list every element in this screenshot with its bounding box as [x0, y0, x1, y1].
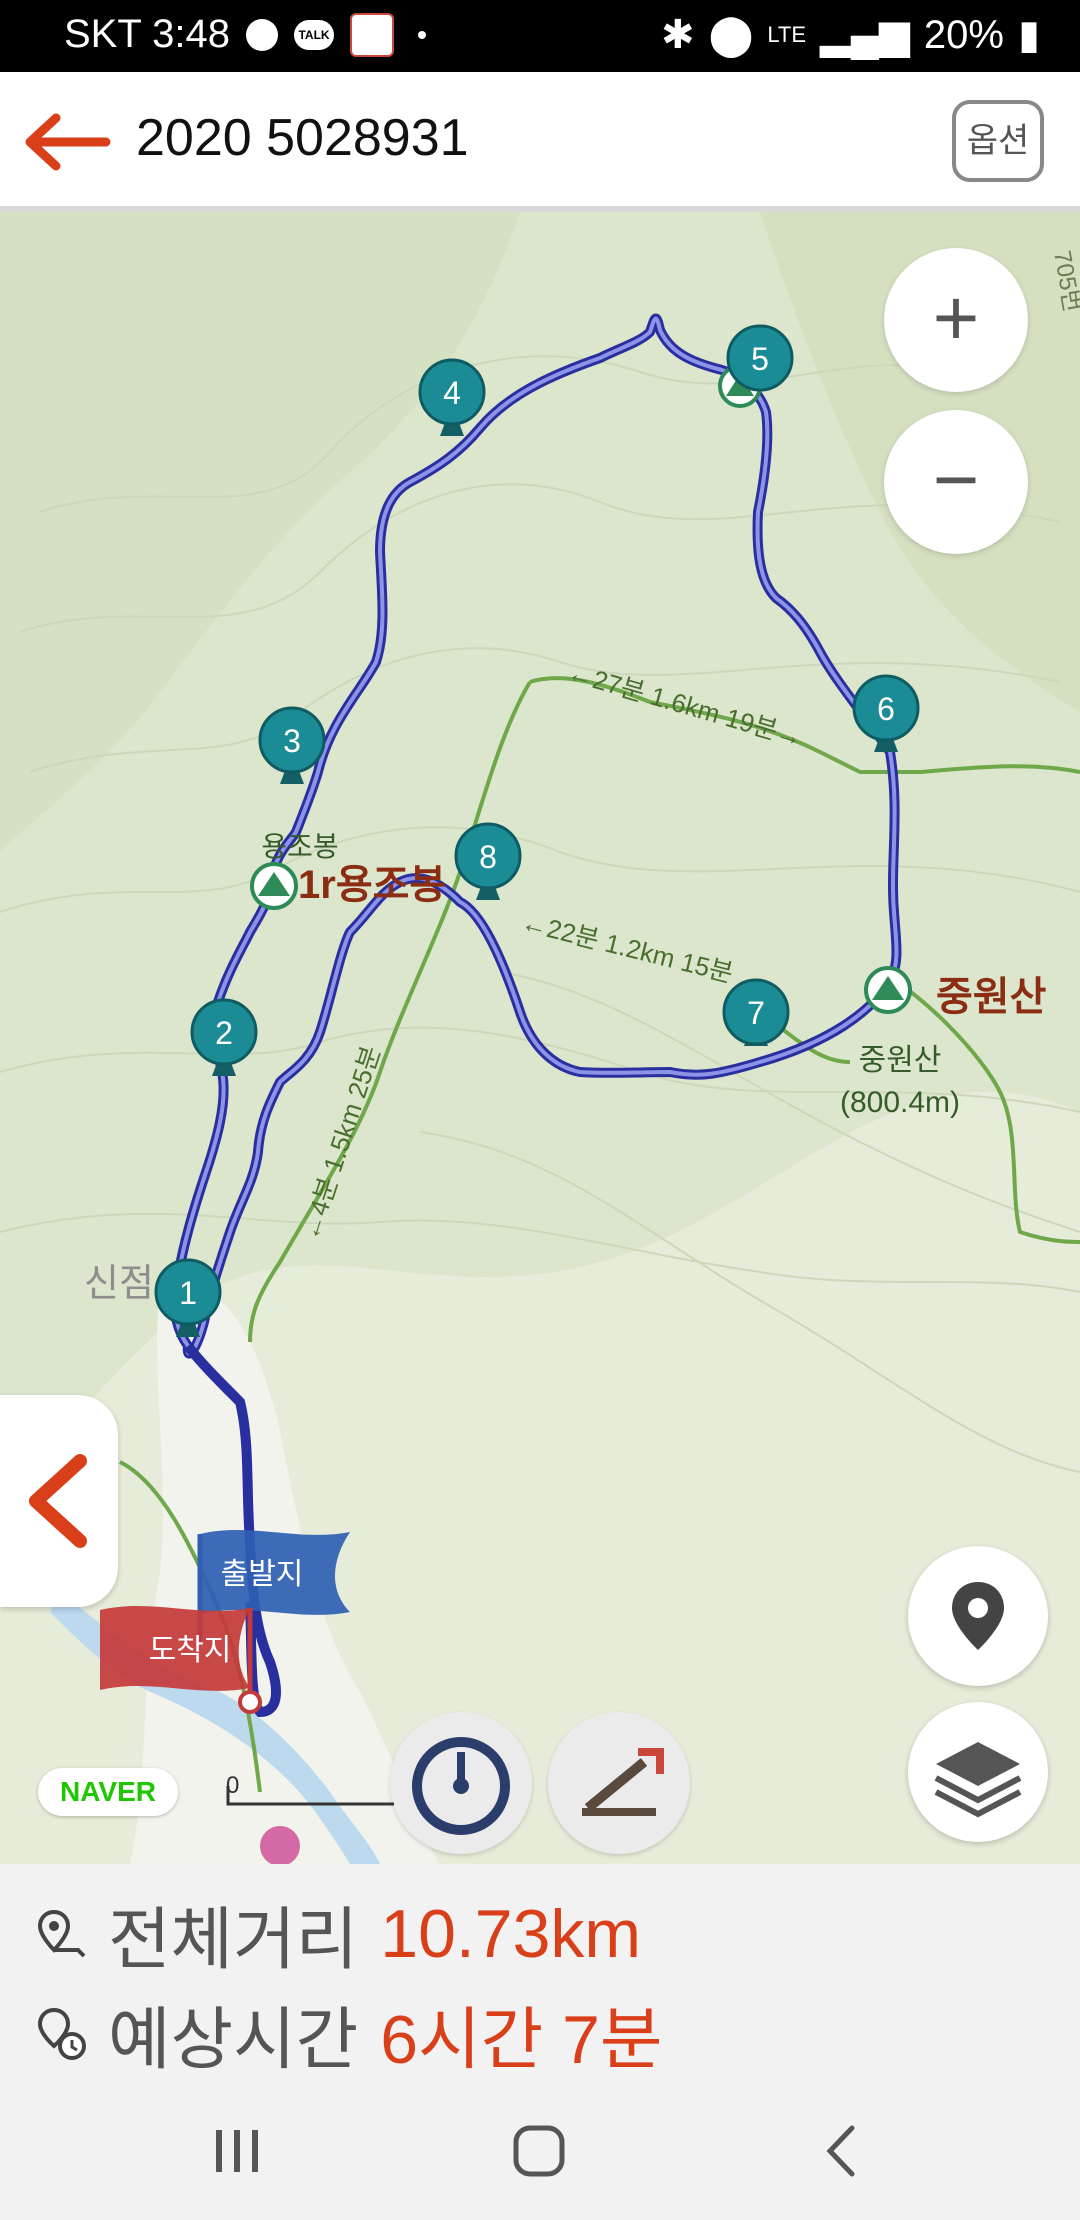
peak-label-jungwonsan: 중원산: [936, 975, 1047, 1019]
waypoint-7[interactable]: 7: [722, 978, 790, 1046]
distance-row: 전체거리 10.73km: [34, 1884, 641, 1983]
signal-icon: ▂▄▆: [820, 13, 910, 57]
status-bar: SKT 3:48 TALK ✱ ⬤ LTE ▂▄▆ 20% ▮: [0, 0, 1080, 72]
waypoint-label-3: 3: [283, 723, 301, 759]
waypoint-label-5: 5: [751, 341, 769, 377]
home-icon[interactable]: [504, 2116, 574, 2186]
chat-icon: [246, 18, 279, 51]
system-nav-bar: [0, 2078, 1080, 2220]
status-right: ✱ ⬤ LTE ▂▄▆ 20% ▮: [661, 12, 1040, 58]
map-view[interactable]: 1 2 3 4 5 6 7 8 용조봉 1r용조봉 중원산 중원산 (800.4…: [0, 212, 1080, 1864]
system-back-icon[interactable]: [808, 2116, 878, 2186]
layers-button[interactable]: [908, 1702, 1048, 1842]
waypoint-label-6: 6: [877, 691, 895, 727]
app-notification-icon: [350, 12, 395, 57]
place-label-sinjeom: 신점: [84, 1263, 154, 1305]
options-button[interactable]: 옵션: [952, 100, 1044, 182]
route-title: 2020 5028931: [136, 109, 469, 167]
scale-bar: [226, 1786, 394, 1806]
location-icon: ⬤: [708, 13, 754, 57]
peak-label-yongjobong: 1r용조봉: [298, 863, 446, 907]
battery-icon: ▮: [1017, 13, 1040, 57]
status-left: SKT 3:48 TALK: [64, 12, 427, 57]
route-distance-icon: [37, 1909, 86, 1957]
waypoint-label-8: 8: [479, 839, 497, 875]
layers-icon: [934, 1742, 1022, 1818]
waypoint-label-1: 1: [179, 1275, 197, 1311]
zoom-out-button[interactable]: −: [884, 410, 1028, 554]
more-notifications-dot: [418, 30, 427, 39]
elevation-button[interactable]: [548, 1712, 690, 1854]
kakaotalk-icon: TALK: [294, 19, 335, 50]
plus-icon: +: [932, 273, 980, 362]
minus-icon: −: [932, 435, 980, 524]
carrier-time: SKT 3:48: [64, 12, 231, 56]
back-arrow-icon[interactable]: [22, 112, 112, 172]
start-flag-label: 출발지: [221, 1558, 304, 1591]
peak-label-yongjobong-small: 용조봉: [261, 831, 338, 862]
estimated-time-icon: [37, 2007, 86, 2060]
chevron-left-icon: [29, 1454, 87, 1548]
endpoint-marker: [238, 1690, 262, 1714]
peak-label-jungwonsan-small: 중원산: [859, 1044, 942, 1077]
speedometer-icon: [412, 1737, 510, 1835]
network-type: LTE: [767, 22, 807, 47]
route-summary: 전체거리 10.73km 예상시간 6시간 7분: [0, 1864, 1080, 2078]
peak-icon-yongjobong: [250, 862, 298, 910]
zoom-in-button[interactable]: +: [884, 248, 1028, 392]
battery-percent: 20%: [923, 12, 1004, 57]
naver-logo: NAVER: [38, 1768, 178, 1816]
elevation-icon: [582, 1748, 664, 1816]
waypoint-label-7: 7: [747, 995, 765, 1031]
map-scale: 0: [226, 1772, 396, 1808]
waypoint-label-4: 4: [443, 375, 461, 411]
time-value: 6시간 7분: [380, 2002, 663, 2078]
location-pin-icon: [952, 1582, 1004, 1650]
peak-elevation: (800.4m): [840, 1086, 960, 1119]
time-row: 예상시간 6시간 7분: [34, 1984, 662, 2083]
recent-apps-icon[interactable]: [202, 2116, 272, 2186]
end-flag-label: 도착지: [149, 1634, 232, 1667]
top-bar: 2020 5028931 옵션: [0, 72, 1080, 212]
my-location-button[interactable]: [908, 1546, 1048, 1686]
waypoint-5[interactable]: 5: [726, 324, 794, 392]
peak-icon-jungwonsan: [864, 966, 912, 1014]
bluetooth-icon: ✱: [661, 13, 695, 57]
side-panel-toggle[interactable]: [0, 1395, 118, 1607]
time-label: 예상시간: [108, 2002, 359, 2078]
speed-button[interactable]: [390, 1712, 532, 1854]
distance-label: 전체거리: [108, 1902, 359, 1978]
waypoint-label-2: 2: [215, 1015, 233, 1051]
distance-value: 10.73km: [380, 1895, 642, 1972]
